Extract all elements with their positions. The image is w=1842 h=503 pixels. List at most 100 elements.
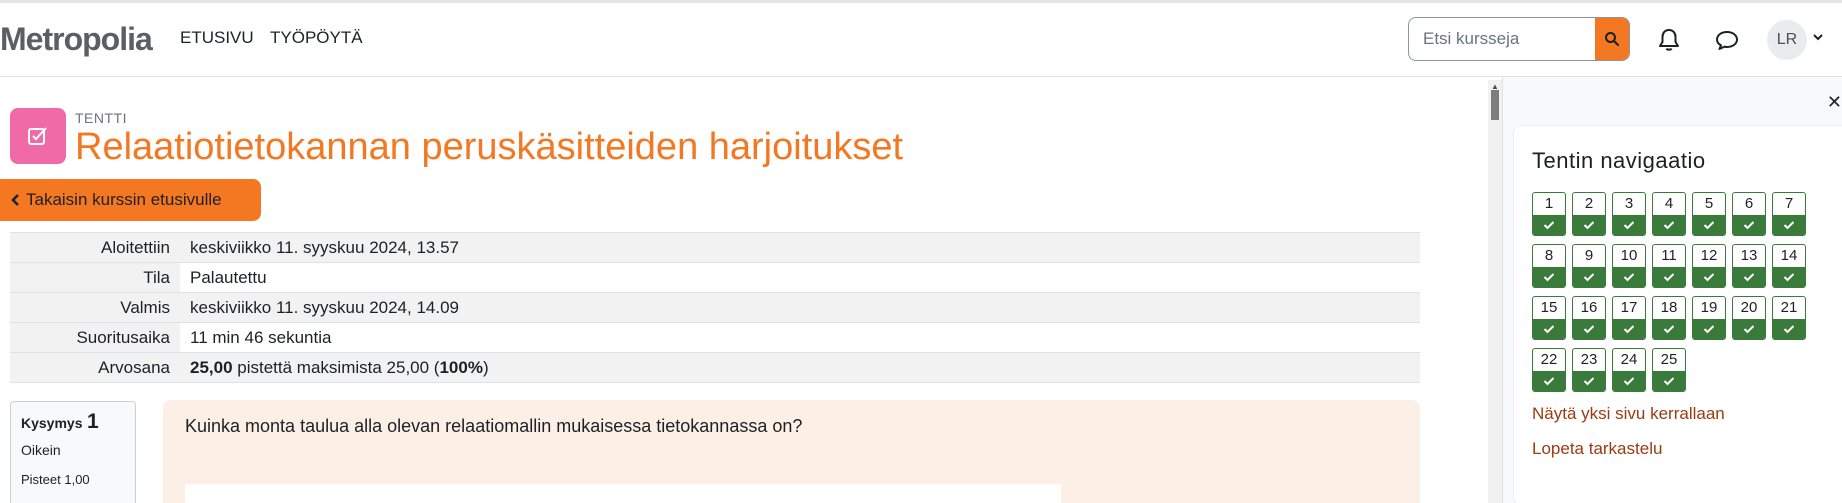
check-icon [1773, 267, 1805, 287]
question-nav-button[interactable]: 7 [1772, 192, 1806, 236]
activity-type-label: TENTTI [75, 110, 127, 126]
question-nav-number: 22 [1540, 351, 1558, 368]
search-icon [1605, 32, 1620, 47]
finish-review-link[interactable]: Lopeta tarkastelu [1532, 439, 1662, 459]
search-button[interactable] [1595, 18, 1629, 60]
summary-value: keskiviikko 11. syyskuu 2024, 13.57 [180, 232, 1420, 263]
question-nav-button[interactable]: 17 [1612, 296, 1646, 340]
question-nav-button[interactable]: 11 [1652, 244, 1686, 288]
check-icon [1613, 215, 1645, 235]
summary-label: Tila [10, 262, 180, 293]
check-icon [1693, 319, 1725, 339]
grade-score: 25,00 [190, 357, 233, 377]
summary-label: Suoritusaika [10, 322, 180, 353]
question-nav-number: 3 [1624, 195, 1634, 212]
check-icon [1653, 371, 1685, 391]
summary-row-state: Tila Palautettu [10, 262, 1420, 293]
check-icon [1613, 267, 1645, 287]
course-search [1408, 17, 1630, 61]
chevron-left-icon [11, 194, 19, 206]
check-icon [1653, 215, 1685, 235]
question-nav-button[interactable]: 5 [1692, 192, 1726, 236]
nav-tyopoyta[interactable]: TYÖPÖYTÄ [270, 28, 363, 48]
back-to-course-button[interactable]: Takaisin kurssin etusivulle [0, 179, 261, 221]
check-icon [1573, 371, 1605, 391]
site-logo[interactable]: Metropolia [0, 21, 153, 58]
checkbox-edit-icon [28, 127, 47, 145]
question-nav-button[interactable]: 22 [1532, 348, 1566, 392]
user-avatar[interactable]: LR [1767, 20, 1807, 60]
check-icon [1733, 215, 1765, 235]
question-nav-button[interactable]: 3 [1612, 192, 1646, 236]
summary-value: keskiviikko 11. syyskuu 2024, 14.09 [180, 292, 1420, 323]
nav-etusivu[interactable]: ETUSIVU [180, 28, 254, 48]
summary-row-started: Aloitettiin keskiviikko 11. syyskuu 2024… [10, 232, 1420, 263]
check-icon [1693, 215, 1725, 235]
check-icon [1613, 371, 1645, 391]
question-nav-number: 8 [1544, 247, 1554, 264]
question-nav-button[interactable]: 8 [1532, 244, 1566, 288]
bell-icon [1659, 29, 1679, 51]
question-state: Oikein [21, 442, 61, 458]
question-nav-number: 1 [1544, 195, 1554, 212]
check-icon [1533, 319, 1565, 339]
question-nav-button[interactable]: 1 [1532, 192, 1566, 236]
question-content: Kuinka monta taulua alla olevan relaatio… [163, 400, 1420, 503]
question-nav-button[interactable]: 4 [1652, 192, 1686, 236]
check-icon [1773, 215, 1805, 235]
check-icon [1693, 267, 1725, 287]
check-icon [1533, 215, 1565, 235]
question-nav-number: 21 [1780, 299, 1798, 316]
question-nav-number: 13 [1740, 247, 1758, 264]
top-navbar: Metropolia ETUSIVU TYÖPÖYTÄ LR [0, 0, 1842, 77]
question-nav-number: 5 [1704, 195, 1714, 212]
question-nav-number: 9 [1584, 247, 1594, 264]
check-icon [1653, 267, 1685, 287]
show-one-page-link[interactable]: Näytä yksi sivu kerrallaan [1532, 404, 1725, 424]
notifications-button[interactable] [1652, 23, 1686, 57]
question-nav-button[interactable]: 24 [1612, 348, 1646, 392]
question-nav-number: 16 [1580, 299, 1598, 316]
question-nav-button[interactable]: 13 [1732, 244, 1766, 288]
close-icon[interactable]: ✕ [1827, 92, 1842, 113]
question-nav-button[interactable]: 15 [1532, 296, 1566, 340]
question-nav-button[interactable]: 21 [1772, 296, 1806, 340]
question-nav-button[interactable]: 12 [1692, 244, 1726, 288]
question-nav-button[interactable]: 16 [1572, 296, 1606, 340]
question-nav-button[interactable]: 14 [1772, 244, 1806, 288]
question-nav-number: 4 [1664, 195, 1674, 212]
question-image-area [185, 484, 1061, 503]
question-info: Kysymys 1 Oikein Pisteet 1,00 [10, 401, 136, 503]
question-nav-number: 14 [1780, 247, 1798, 264]
question-nav-button[interactable]: 6 [1732, 192, 1766, 236]
question-nav-button[interactable]: 20 [1732, 296, 1766, 340]
question-grade: Pisteet 1,00 [21, 472, 90, 487]
check-icon [1773, 319, 1805, 339]
question-nav-number: 6 [1744, 195, 1754, 212]
question-label: Kysymys [21, 415, 83, 431]
question-nav-button[interactable]: 10 [1612, 244, 1646, 288]
question-nav-button[interactable]: 18 [1652, 296, 1686, 340]
messages-button[interactable] [1710, 23, 1744, 57]
question-nav-button[interactable]: 25 [1652, 348, 1686, 392]
grade-text-end: ) [482, 357, 489, 377]
question-nav-number: 20 [1740, 299, 1758, 316]
check-icon [1573, 215, 1605, 235]
question-nav-number: 24 [1620, 351, 1638, 368]
question-nav-button[interactable]: 19 [1692, 296, 1726, 340]
quiz-activity-icon [10, 108, 66, 164]
scrollbar-thumb[interactable] [1491, 90, 1499, 120]
back-button-label: Takaisin kurssin etusivulle [26, 190, 222, 209]
check-icon [1533, 371, 1565, 391]
search-input[interactable] [1409, 18, 1595, 60]
question-nav-number: 19 [1700, 299, 1718, 316]
check-icon [1653, 319, 1685, 339]
quiz-navigation-title: Tentin navigaatio [1532, 148, 1706, 173]
question-nav-button[interactable]: 2 [1572, 192, 1606, 236]
quiz-navigation-block: Tentin navigaatio 1 2 3 4 5 6 7 8 9 10 11 12 13 14 15 1… [1513, 125, 1842, 503]
chevron-down-icon[interactable] [1812, 31, 1824, 43]
page-scrollbar[interactable]: ▲ [1488, 80, 1502, 503]
question-nav-button[interactable]: 9 [1572, 244, 1606, 288]
question-nav-button[interactable]: 23 [1572, 348, 1606, 392]
page-title: Relaatiotietokannan peruskäsitteiden har… [75, 126, 904, 168]
